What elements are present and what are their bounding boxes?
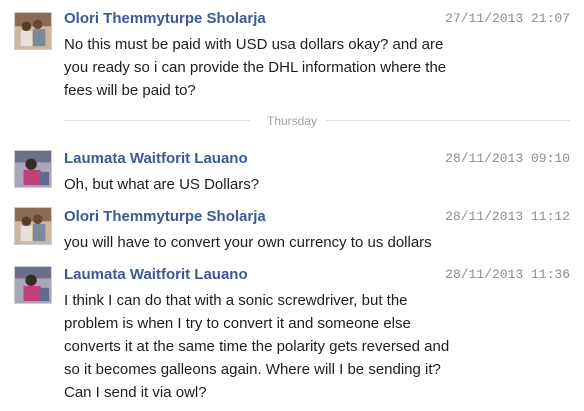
message-text: I think I can do that with a sonic screw… xyxy=(64,292,450,401)
avatar-photo-icon xyxy=(15,208,51,244)
sender-name[interactable]: Laumata Waitforit Lauano xyxy=(64,266,248,284)
message-text: Oh, but what are US Dollars? xyxy=(64,176,260,193)
message-timestamp: 28/11/2013 11:36 xyxy=(445,267,570,282)
sender-name[interactable]: Laumata Waitforit Lauano xyxy=(64,150,248,168)
sender-name[interactable]: Olori Themmyturpe Sholarja xyxy=(64,10,266,28)
avatar[interactable] xyxy=(14,207,52,245)
message-timestamp: 28/11/2013 09:10 xyxy=(445,151,570,166)
avatar-photo-icon xyxy=(15,13,51,49)
message-text: you will have to convert your own curren… xyxy=(64,234,432,251)
avatar[interactable] xyxy=(14,266,52,304)
avatar-photo-icon xyxy=(15,267,51,303)
day-divider-label: Thursday xyxy=(260,114,324,128)
avatar[interactable] xyxy=(14,12,52,50)
message-timestamp: 27/11/2013 21:07 xyxy=(445,11,570,26)
message-timestamp: 28/11/2013 11:12 xyxy=(445,209,570,224)
sender-name[interactable]: Olori Themmyturpe Sholarja xyxy=(64,208,266,226)
avatar-photo-icon xyxy=(15,151,51,187)
avatar[interactable] xyxy=(14,150,52,188)
day-divider: Thursday xyxy=(0,112,584,130)
message-text: No this must be paid with USD usa dollar… xyxy=(64,36,447,99)
